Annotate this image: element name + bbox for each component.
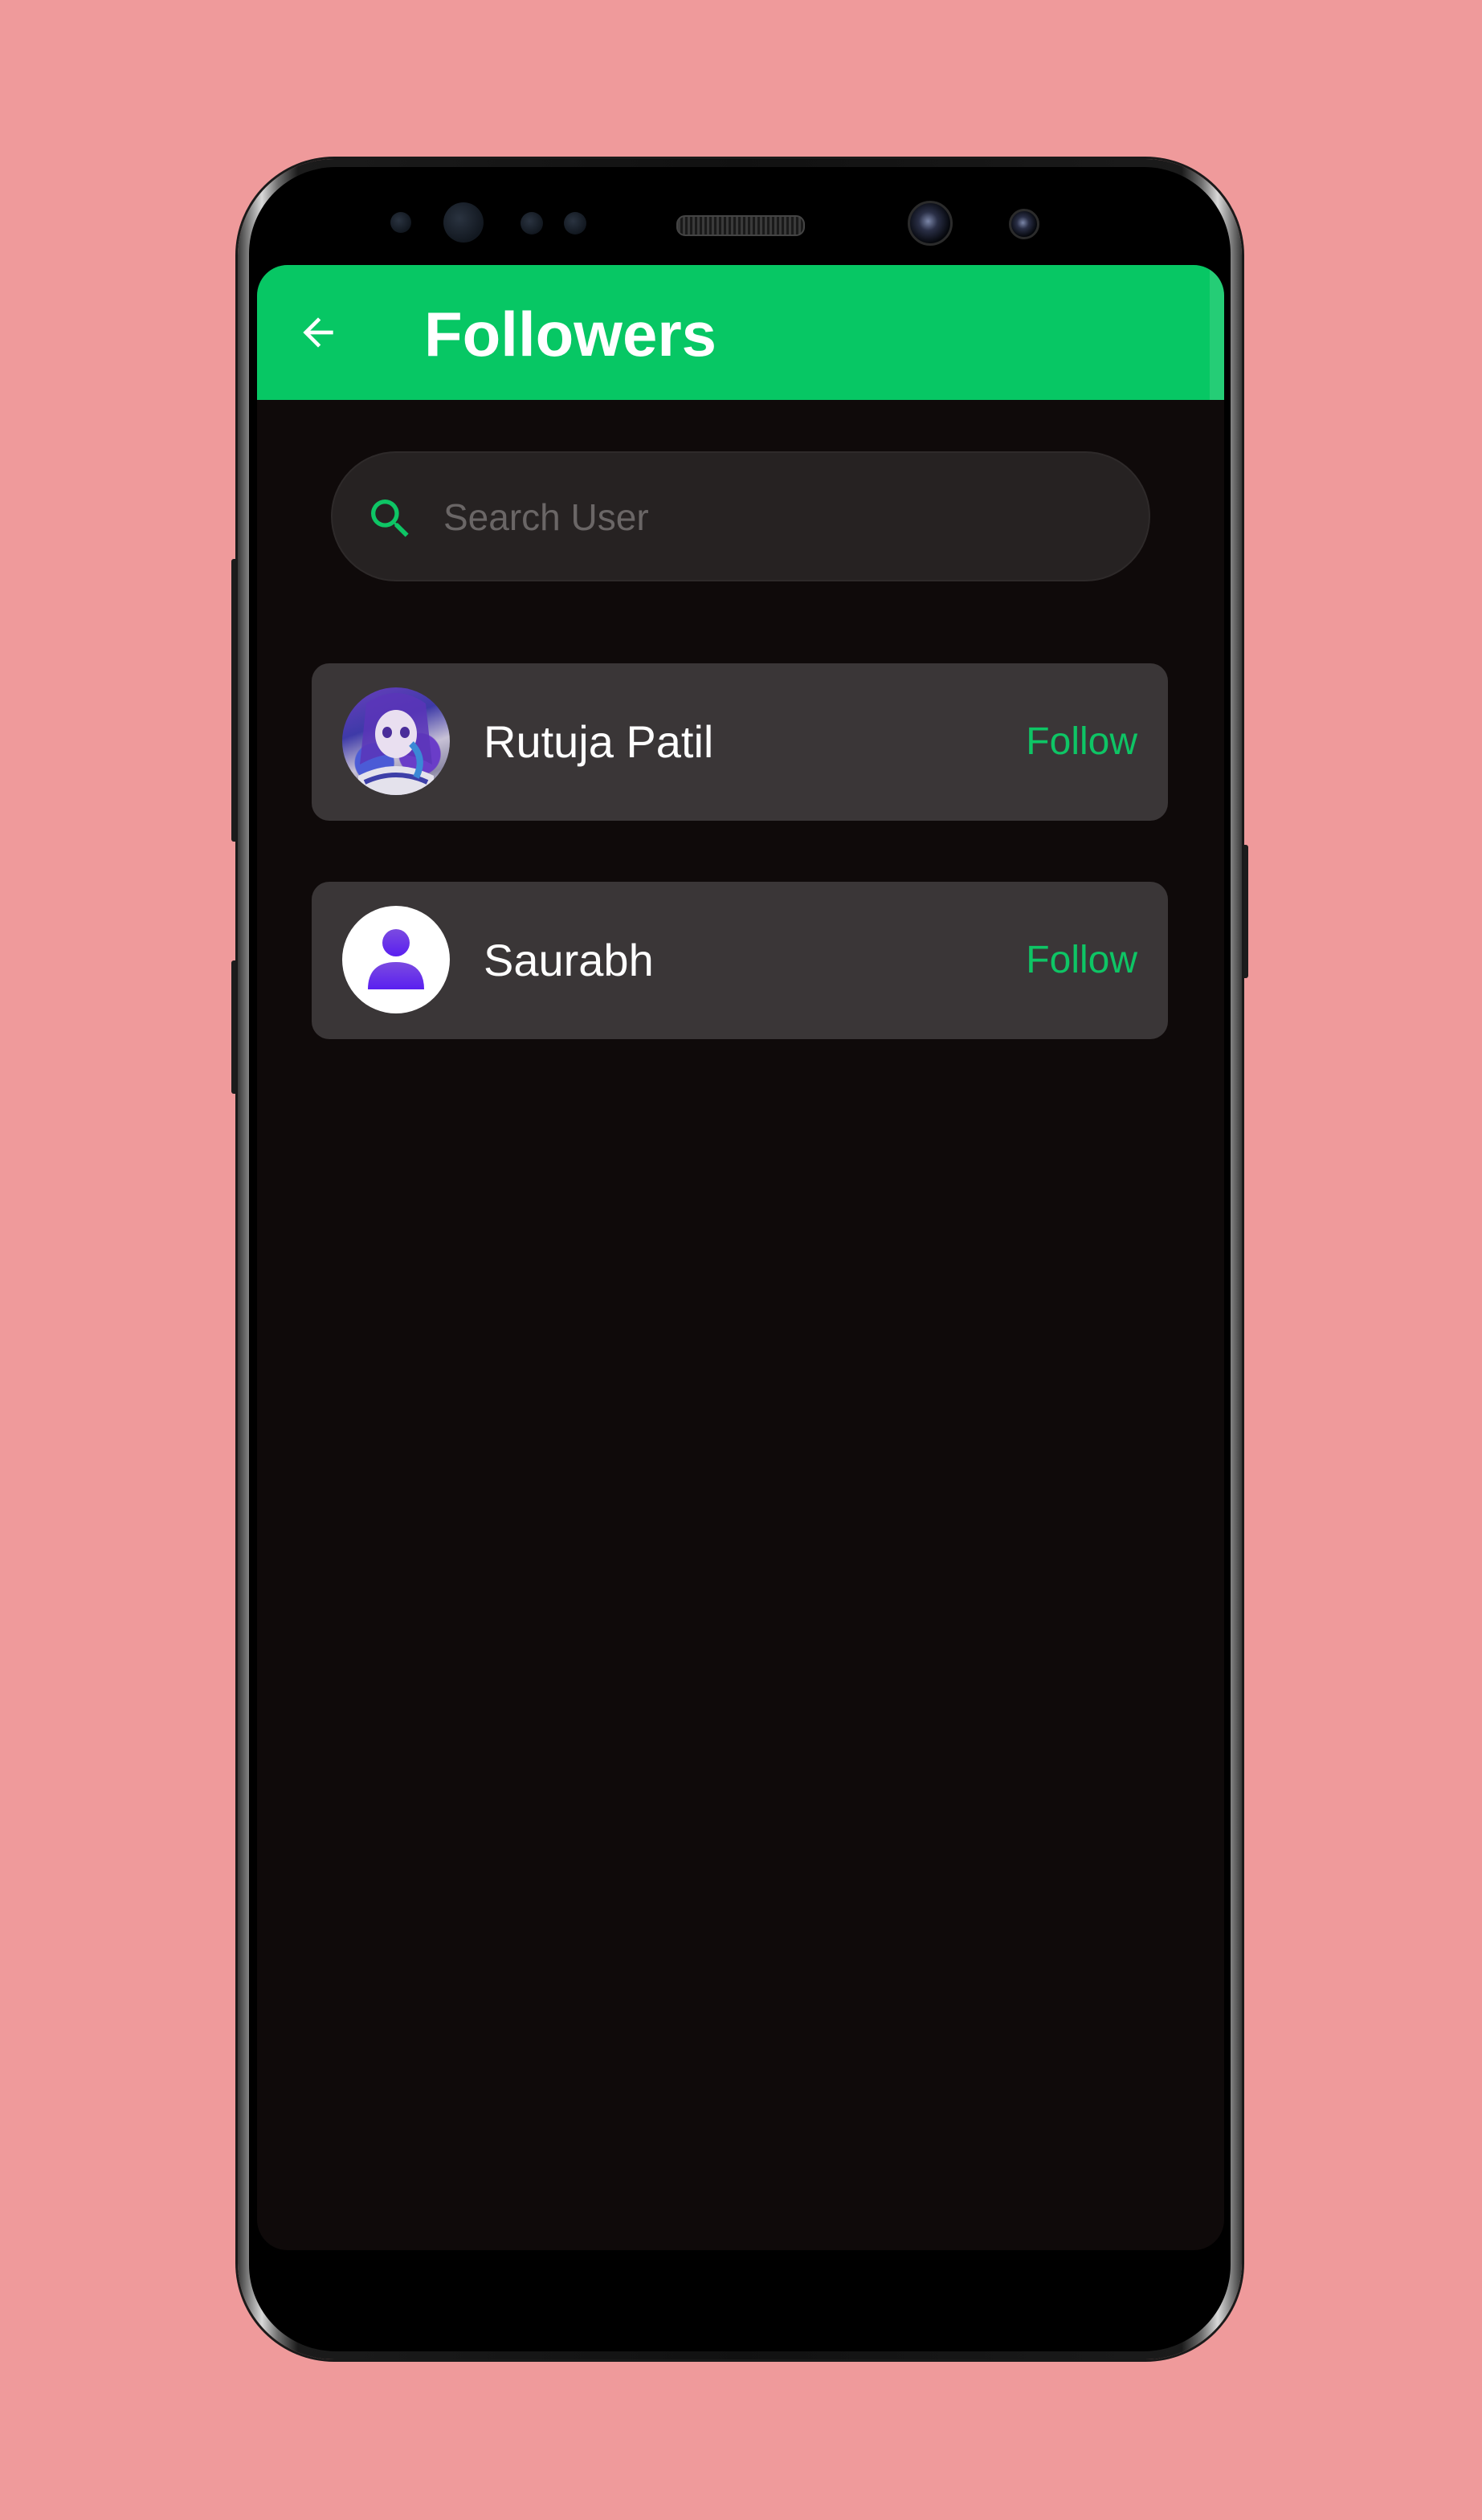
- proximity-sensor: [390, 212, 411, 233]
- anime-character-avatar: [342, 687, 450, 795]
- earpiece-speaker: [676, 215, 805, 236]
- app-screen: Followers Rutuja Patil Follow: [257, 265, 1224, 2250]
- follower-name: Rutuja Patil: [484, 716, 714, 767]
- app-bar: Followers: [257, 265, 1224, 400]
- default-user-avatar: [342, 906, 450, 1013]
- follower-name: Saurabh: [484, 935, 654, 985]
- follow-button[interactable]: Follow: [1026, 713, 1137, 771]
- search-icon: [371, 500, 409, 537]
- user-silhouette-icon: [368, 929, 424, 989]
- status-led: [564, 212, 586, 234]
- arrow-left-icon: [303, 317, 333, 348]
- search-bar[interactable]: [331, 451, 1150, 581]
- secondary-sensor: [1009, 209, 1039, 239]
- iris-sensor: [443, 202, 484, 243]
- light-sensor: [521, 212, 543, 234]
- volume-up-button: [231, 559, 238, 842]
- volume-down-button: [231, 960, 238, 1094]
- search-input[interactable]: [443, 485, 1118, 549]
- follower-row[interactable]: Saurabh Follow: [312, 882, 1168, 1039]
- back-button[interactable]: [292, 307, 344, 358]
- power-button: [1242, 845, 1248, 978]
- page-title: Followers: [424, 299, 717, 369]
- front-camera: [908, 201, 953, 246]
- avatar-illustration: [358, 693, 434, 795]
- follow-button[interactable]: Follow: [1026, 932, 1137, 989]
- follower-row[interactable]: Rutuja Patil Follow: [312, 663, 1168, 821]
